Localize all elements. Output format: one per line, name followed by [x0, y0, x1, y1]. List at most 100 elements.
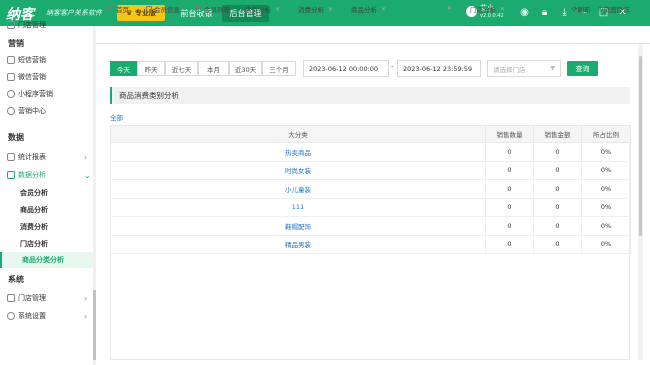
search-button[interactable]: 查询 [567, 61, 598, 76]
table-row: 精品男装 0 0 0% [110, 234, 631, 254]
table-header-row: 大分类 销售数量 销售金额 所占比例 [110, 125, 631, 143]
ratio-cell: 0% [581, 197, 631, 217]
sidebar-item-miniprogram[interactable]: 小程序营销 [0, 86, 93, 102]
sidebar-item-sms[interactable]: 短信营销 [0, 52, 93, 68]
theme-icon[interactable]: ◉ [518, 6, 531, 19]
table-row: 小儿童装 0 0 0% [110, 179, 631, 199]
qty-cell: 0 [485, 179, 534, 199]
filter-month-button[interactable]: 本月 [198, 61, 229, 76]
table-row: 111 0 0 0% [110, 197, 631, 217]
app-slogan: 纳客客户关系软件 [46, 9, 102, 17]
marketing-center-icon [7, 107, 15, 115]
tab-member-analysis[interactable]: 会员分析 ✕ [245, 0, 280, 18]
ratio-cell: 0% [581, 179, 631, 199]
tab-consume-analysis[interactable]: 消费分析 ✕ [298, 0, 333, 18]
close-tab-icon[interactable]: ✕ [500, 6, 505, 13]
close-tab-icon[interactable]: ✕ [447, 5, 452, 12]
all-link[interactable]: 全部 [110, 112, 123, 122]
filter-yesterday-button[interactable]: 昨天 [137, 61, 165, 76]
download-icon[interactable]: ⤓ [558, 6, 571, 19]
category-link[interactable]: 热卖商品 [110, 142, 486, 162]
amount-cell: 0 [533, 160, 582, 180]
header-qty: 销售数量 [485, 125, 534, 143]
amount-cell: 0 [533, 234, 582, 254]
sidebar-group-marketing: 营销 [8, 39, 24, 48]
chevron-down-icon: ⌄ [84, 170, 91, 180]
close-tab-icon[interactable]: ✕ [328, 6, 333, 13]
qty-cell: 0 [485, 234, 534, 254]
sms-icon [7, 56, 15, 64]
filter-today-button[interactable]: 今天 [110, 61, 137, 76]
sidebar-item-system-settings[interactable]: 系统设置 › [0, 308, 93, 324]
category-link[interactable]: 小儿童装 [110, 179, 486, 199]
miniprogram-icon [7, 90, 15, 98]
category-table: 大分类 销售数量 销售金额 所占比例 热卖商品 0 0 0% 时尚女装 0 0 … [110, 125, 631, 254]
amount-cell: 0 [533, 197, 582, 217]
sidebar-item-wechat[interactable]: 微信营销 [0, 69, 93, 85]
header-ratio: 所占比例 [581, 125, 631, 143]
user-icon [146, 6, 152, 12]
tab-member-list[interactable]: 会员列表 [196, 0, 230, 18]
table-row: 热卖商品 0 0 0% [110, 142, 631, 162]
sidebar-item-stats-report[interactable]: 统计报表 › [0, 149, 93, 165]
amount-cell: 0 [533, 142, 582, 162]
page-tab-strip [96, 26, 650, 44]
end-date-input[interactable]: 2023-06-12 23:59:59 [397, 60, 481, 77]
ratio-cell: 0% [581, 234, 631, 254]
list-icon [196, 6, 202, 12]
content-scrollbar-thumb[interactable] [639, 56, 642, 236]
sidebar-sub-member-analysis[interactable]: 会员分析 [0, 185, 93, 201]
filter-7days-button[interactable]: 近七天 [165, 61, 198, 76]
sidebar-sub-store-analysis[interactable]: 门店分析 [0, 236, 93, 252]
ratio-cell: 0% [581, 142, 631, 162]
home-icon [108, 6, 114, 12]
sidebar-item-data-analysis[interactable]: 数据分析 ⌄ [0, 167, 93, 183]
close-tab-icon[interactable]: ✕ [381, 6, 386, 13]
sidebar-sub-consume-analysis[interactable]: 消费分析 [0, 219, 93, 235]
header-category: 大分类 [110, 125, 486, 143]
table-row: 时尚女装 0 0 0% [110, 160, 631, 180]
tab-member-info[interactable]: 会员信息 [146, 0, 180, 18]
ratio-cell: 0% [581, 216, 631, 236]
amount-cell: 0 [533, 216, 582, 236]
category-link[interactable]: 鞋帽配饰 [110, 216, 486, 236]
filter-3months-button[interactable]: 三个月 [262, 61, 296, 76]
sidebar-sub-category-analysis[interactable]: 商品分类分析 [0, 252, 93, 268]
sidebar-sub-product-analysis[interactable]: 商品分析 [0, 202, 93, 218]
table-row: 鞋帽配饰 0 0 0% [110, 216, 631, 236]
tab-category-analysis[interactable]: 商品分类分析 ✕ [404, 0, 453, 18]
close-tab-icon[interactable]: ✕ [275, 6, 280, 13]
category-link[interactable]: 时尚女装 [110, 160, 486, 180]
chevron-down-icon: ▼ [550, 65, 555, 72]
ratio-cell: 0% [581, 160, 631, 180]
page-ops-button[interactable]: ⊙ 页面操作 [598, 0, 629, 18]
section-title: 商品消费类别分析 [110, 87, 630, 104]
gear-icon [7, 312, 15, 320]
store-icon [7, 294, 15, 302]
qty-cell: 0 [485, 216, 534, 236]
tab-store-analysis[interactable]: 门店分析 ✕ [470, 0, 505, 18]
lock-icon[interactable]: 🔒︎ [538, 6, 551, 19]
qty-cell: 0 [485, 160, 534, 180]
store-select[interactable]: 请选择门店 ▼ [487, 60, 561, 77]
sidebar-item-partial[interactable]: 门店管理 [0, 20, 93, 30]
chart-icon [7, 153, 15, 161]
chevron-right-icon: › [84, 152, 88, 162]
wechat-icon [7, 73, 15, 81]
store-icon [7, 21, 15, 29]
refresh-button[interactable]: ⟳ 刷新 [572, 0, 590, 18]
qty-cell: 0 [485, 197, 534, 217]
sidebar-group-system: 系统 [8, 275, 24, 284]
date-range-dash: - [391, 63, 394, 71]
tab-home[interactable]: 首页 [108, 0, 129, 18]
category-link[interactable]: 111 [110, 197, 486, 217]
start-date-input[interactable]: 2023-06-12 00:00:00 [303, 60, 389, 77]
amount-cell: 0 [533, 179, 582, 199]
tab-product-analysis[interactable]: 商品分析 ✕ [351, 0, 386, 18]
sidebar-item-store-manage[interactable]: 门店管理 › [0, 290, 93, 306]
sidebar-item-marketing-center[interactable]: 营销中心 [0, 103, 93, 119]
analysis-icon [7, 171, 15, 179]
chevron-right-icon: › [84, 293, 88, 303]
category-link[interactable]: 精品男装 [110, 234, 486, 254]
filter-30days-button[interactable]: 近30天 [229, 61, 262, 76]
